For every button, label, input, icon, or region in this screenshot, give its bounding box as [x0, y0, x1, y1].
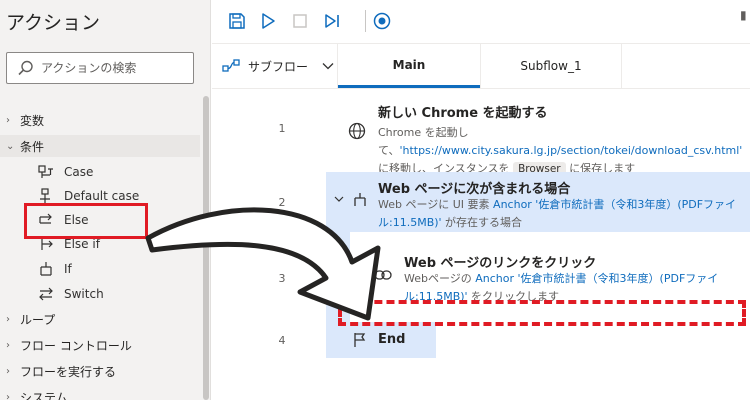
chevron-right-icon: ›	[6, 114, 10, 126]
run-next-action-icon[interactable]	[322, 11, 342, 31]
action-case[interactable]: Case	[38, 161, 93, 183]
step-title: End	[378, 332, 406, 347]
actions-pane: アクション › 変数 ⌄ 条件 Case Default case Else	[0, 0, 211, 400]
subflows-label: サブフロー	[248, 59, 309, 74]
url-value[interactable]: 'https://www.city.sakura.lg.jp/section/t…	[399, 144, 742, 157]
designer-toolbar: ▮	[212, 0, 750, 44]
toolbar-divider	[365, 10, 366, 32]
flow-step-end[interactable]: End	[326, 322, 436, 358]
line-number: 1	[278, 122, 286, 135]
flow-step-if-webpage-contains[interactable]: Web ページに次が含まれる場合 Web ページに UI 要素 Anchor '…	[326, 172, 750, 232]
chevron-right-icon: ›	[6, 391, 10, 400]
line-number: 2	[278, 196, 286, 209]
group-loops[interactable]: › ループ	[6, 308, 55, 330]
action-if[interactable]: If	[38, 258, 72, 280]
record-icon[interactable]	[372, 11, 392, 31]
toolbar-overflow-icon[interactable]: ▮	[740, 8, 750, 34]
chevron-right-icon: ›	[6, 339, 10, 351]
group-label: 条件	[20, 139, 45, 154]
highlight-box-else	[24, 203, 148, 239]
switch-icon	[38, 286, 56, 302]
group-system[interactable]: › システム	[6, 386, 68, 400]
step-title: 新しい Chrome を起動する	[378, 106, 548, 121]
chevron-down-icon	[322, 62, 334, 70]
search-input[interactable]	[41, 57, 189, 79]
subflow-icon	[222, 59, 240, 73]
line-number: 3	[278, 272, 286, 285]
chevron-right-icon: ›	[6, 313, 10, 325]
collapse-chevron-icon[interactable]	[334, 196, 344, 203]
group-run-flow[interactable]: › フローを実行する	[6, 360, 116, 382]
action-switch[interactable]: Switch	[38, 283, 104, 305]
run-icon[interactable]	[258, 11, 278, 31]
step-title: Web ページに次が含まれる場合	[378, 182, 571, 197]
step-description: Web ページに UI 要素 Anchor '佐倉市統計書（令和3年度）(PDF…	[378, 198, 737, 229]
chevron-down-icon: ⌄	[6, 140, 15, 152]
flow-canvas: 1 2 3 4 新しい Chrome を起動する Chrome を起動して、'h…	[212, 90, 750, 400]
end-flag-icon	[352, 332, 368, 348]
drop-target-dashed-box	[338, 300, 746, 326]
group-conditionals[interactable]: ⌄ 条件	[0, 135, 200, 157]
if-icon	[352, 192, 368, 208]
step-description: Chrome を起動して、'https://www.city.sakura.lg…	[378, 126, 743, 176]
save-icon[interactable]	[227, 11, 247, 31]
group-flow-control[interactable]: › フロー コントロール	[6, 334, 132, 356]
group-label: 変数	[20, 113, 45, 128]
flow-step-click-link[interactable]: Web ページのリンクをクリック Webページの Anchor '佐倉市統計書（…	[352, 242, 750, 308]
globe-icon	[348, 122, 366, 140]
link-icon	[374, 268, 392, 282]
group-label: システム	[20, 390, 68, 400]
line-number: 4	[278, 334, 286, 347]
subflow-tab-bar: サブフロー Main Subflow_1	[212, 44, 750, 89]
step-title: Web ページのリンクをクリック	[404, 256, 597, 271]
group-label: フローを実行する	[20, 364, 117, 379]
tab-main[interactable]: Main	[338, 44, 480, 88]
tab-subflow-1[interactable]: Subflow_1	[480, 44, 622, 88]
search-icon	[17, 59, 35, 77]
group-variables[interactable]: › 変数	[6, 109, 44, 131]
flow-step-launch-chrome[interactable]: 新しい Chrome を起動する Chrome を起動して、'https://w…	[328, 94, 750, 176]
if-icon	[38, 261, 56, 277]
case-icon	[38, 164, 56, 180]
actions-pane-scrollbar[interactable]	[203, 96, 209, 400]
actions-pane-title: アクション	[6, 12, 101, 34]
default-case-icon	[38, 188, 56, 204]
stop-icon[interactable]	[290, 11, 310, 31]
group-label: ループ	[20, 312, 56, 327]
subflows-dropdown[interactable]: サブフロー	[222, 55, 342, 77]
chevron-right-icon: ›	[6, 365, 10, 377]
search-box[interactable]	[6, 52, 194, 84]
group-label: フロー コントロール	[20, 338, 132, 353]
